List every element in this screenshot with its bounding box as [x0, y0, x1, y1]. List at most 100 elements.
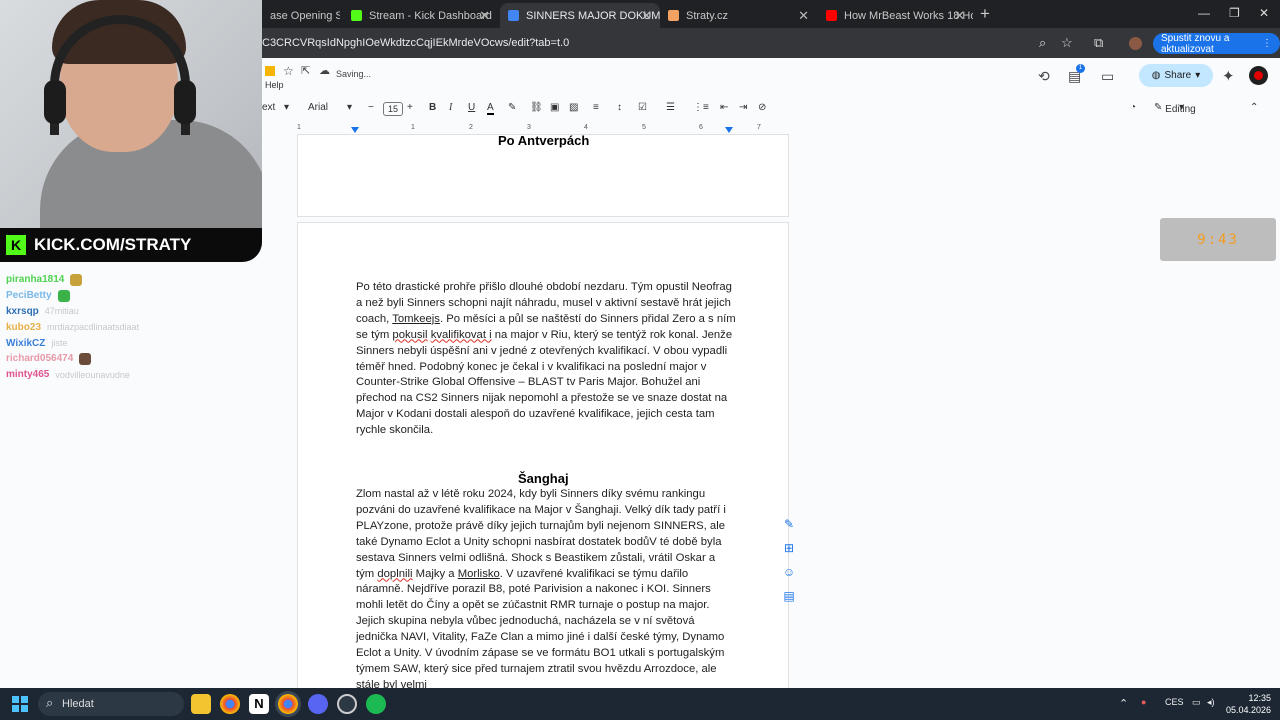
- font-select[interactable]: Arial: [308, 102, 328, 113]
- emoji-reaction-icon[interactable]: ☺: [781, 565, 797, 581]
- emote-icon: [70, 273, 83, 286]
- more-menu-icon[interactable]: ⋮: [1262, 38, 1272, 49]
- document-page[interactable]: Po Antverpách: [297, 133, 789, 217]
- close-tab-icon[interactable]: ✕: [798, 8, 809, 24]
- update-restart-button[interactable]: Spustit znovu a aktualizovat ⋮: [1153, 33, 1280, 55]
- ruler-number: 6: [699, 124, 703, 131]
- left-indent-marker[interactable]: [351, 127, 359, 133]
- right-indent-marker[interactable]: [725, 127, 733, 133]
- linked-name[interactable]: Morlisko: [458, 568, 500, 580]
- chrome-icon[interactable]: [220, 694, 240, 714]
- decrease-indent-icon[interactable]: ⇤: [720, 102, 728, 113]
- underline-icon[interactable]: U: [468, 102, 475, 113]
- star-icon[interactable]: ☆: [283, 64, 294, 78]
- close-tab-icon[interactable]: ✕: [641, 8, 652, 24]
- highlight-icon[interactable]: ✎: [508, 102, 516, 113]
- bookmark-star-icon[interactable]: ☆: [1061, 35, 1073, 51]
- line-spacing-icon[interactable]: ↕: [617, 102, 622, 113]
- share-button[interactable]: ◍ Share ▾: [1139, 64, 1213, 87]
- text-run: Zlom nastal až v létě roku 2024, kdy byl…: [356, 488, 726, 580]
- close-tab-icon[interactable]: ✕: [954, 8, 965, 24]
- body-paragraph[interactable]: Zlom nastal až v létě roku 2024, kdy byl…: [356, 487, 736, 694]
- close-tab-icon[interactable]: ✕: [479, 8, 490, 24]
- discord-icon[interactable]: [308, 694, 328, 714]
- link-icon[interactable]: ⛓: [530, 102, 543, 113]
- chevron-down-icon[interactable]: ▾: [347, 102, 352, 113]
- ruler-number: 1: [411, 124, 415, 131]
- increase-indent-icon[interactable]: ⇥: [739, 102, 747, 113]
- taskbar-search[interactable]: Hledat: [38, 692, 184, 716]
- chevron-down-icon[interactable]: ▾: [284, 102, 289, 113]
- close-window-icon[interactable]: ✕: [1259, 6, 1269, 20]
- body-paragraph[interactable]: Po této drastické prohře přišlo dlouhé o…: [356, 280, 736, 439]
- chat-message: minty465 vodvilleounavudne: [0, 367, 200, 383]
- bold-icon[interactable]: B: [429, 102, 436, 113]
- track-changes-icon[interactable]: ◔: [1130, 102, 1136, 113]
- decrease-font-icon[interactable]: −: [368, 102, 374, 113]
- gemini-icon[interactable]: ✦: [1222, 67, 1235, 85]
- bulleted-list-icon[interactable]: ☰: [666, 102, 675, 113]
- chrome-active-icon[interactable]: [278, 694, 298, 714]
- browser-tab-mrbeast[interactable]: How MrBeast Works 18 Hours ✕: [818, 3, 973, 28]
- browser-tab-sinners-document[interactable]: SINNERS MAJOR DOKUMENT ( ✕: [500, 3, 660, 28]
- spellcheck-word[interactable]: doplnili: [377, 568, 412, 580]
- network-icon[interactable]: ▭: [1192, 697, 1201, 708]
- chat-text: vodvilleounavudne: [55, 369, 130, 380]
- chevron-down-icon[interactable]: ▾: [1195, 70, 1200, 81]
- menu-help[interactable]: Help: [265, 80, 284, 90]
- ruler-number: 1: [297, 124, 301, 131]
- formatting-toolbar: ext ▾ Arial ▾ − 15 + B I U A ✎ ⛓ ▣ ▨ ≡ ↕…: [262, 100, 1272, 118]
- add-comment-icon[interactable]: ▣: [550, 102, 559, 113]
- profile-avatar[interactable]: [1129, 37, 1142, 50]
- browser-tab-straty[interactable]: Straty.cz ✕: [660, 3, 817, 28]
- url-text[interactable]: C3CRCVRqsIdNpghIOeWkdtzcCqjIEkMrdeVOcws/…: [262, 37, 569, 49]
- restore-icon[interactable]: ❐: [1229, 6, 1240, 20]
- editing-mode-select[interactable]: ✎ Editing ▾: [1154, 102, 1196, 115]
- clock-time: 12:35: [1248, 693, 1272, 703]
- numbered-list-icon[interactable]: ⋮≡: [693, 102, 709, 113]
- extensions-icon[interactable]: ⧉: [1094, 35, 1103, 51]
- microphone-icon[interactable]: ●: [1141, 697, 1146, 707]
- insert-image-icon[interactable]: ▨: [569, 102, 578, 113]
- language-indicator[interactable]: CES: [1165, 697, 1184, 707]
- clear-formatting-icon[interactable]: ⊘: [758, 102, 766, 113]
- zoom-icon[interactable]: ⌕: [1039, 35, 1046, 51]
- tab-title: ase Opening St: [270, 9, 340, 22]
- tray-overflow-icon[interactable]: ⌃: [1119, 697, 1128, 710]
- tab-title: Straty.cz: [686, 9, 728, 22]
- spellcheck-word[interactable]: kvalifikovat i: [431, 329, 492, 341]
- file-explorer-icon[interactable]: [191, 694, 211, 714]
- emote-icon: [79, 352, 92, 365]
- add-comment-icon[interactable]: ⊞: [781, 541, 797, 557]
- font-size-input[interactable]: 15: [383, 102, 403, 116]
- taskbar-clock[interactable]: 12:35 05.04.2026: [1226, 692, 1271, 716]
- spellcheck-word[interactable]: pokusil: [392, 329, 427, 341]
- suggest-edits-icon[interactable]: ▤: [781, 589, 797, 605]
- meet-icon[interactable]: ▭: [1101, 68, 1114, 85]
- document-page[interactable]: Po této drastické prohře přišlo dlouhé o…: [297, 222, 789, 692]
- record-icon[interactable]: [1249, 66, 1268, 85]
- minimize-icon[interactable]: —: [1198, 6, 1210, 20]
- move-folder-icon[interactable]: ⇱: [301, 64, 310, 77]
- align-icon[interactable]: ≡: [593, 102, 599, 113]
- italic-icon[interactable]: I: [449, 102, 452, 113]
- steam-icon[interactable]: [337, 694, 357, 714]
- linked-name[interactable]: Tomkeejs: [392, 313, 440, 325]
- text-run: Majky a: [412, 567, 458, 580]
- paragraph-style-select[interactable]: ext: [262, 102, 275, 113]
- kick-logo-icon: K: [6, 235, 26, 255]
- volume-icon[interactable]: ◂): [1207, 697, 1215, 708]
- edit-suggest-icon[interactable]: ✎: [781, 517, 797, 533]
- checklist-icon[interactable]: ☑: [638, 102, 647, 113]
- collapse-toolbar-icon[interactable]: ⌃: [1250, 102, 1258, 113]
- notion-icon[interactable]: N: [249, 694, 269, 714]
- windows-start-icon[interactable]: [12, 696, 28, 712]
- tab-title: SINNERS MAJOR DOKUMENT (: [526, 9, 660, 22]
- increase-font-icon[interactable]: +: [407, 102, 413, 113]
- browser-tab-kick-dashboard[interactable]: Stream - Kick Dashboard ✕: [343, 3, 498, 28]
- browser-tab[interactable]: ase Opening St: [262, 3, 340, 28]
- new-tab-icon[interactable]: +: [980, 4, 990, 24]
- spotify-icon[interactable]: [366, 694, 386, 714]
- text-color-icon[interactable]: A: [487, 102, 494, 115]
- history-icon[interactable]: ⟲: [1038, 68, 1050, 85]
